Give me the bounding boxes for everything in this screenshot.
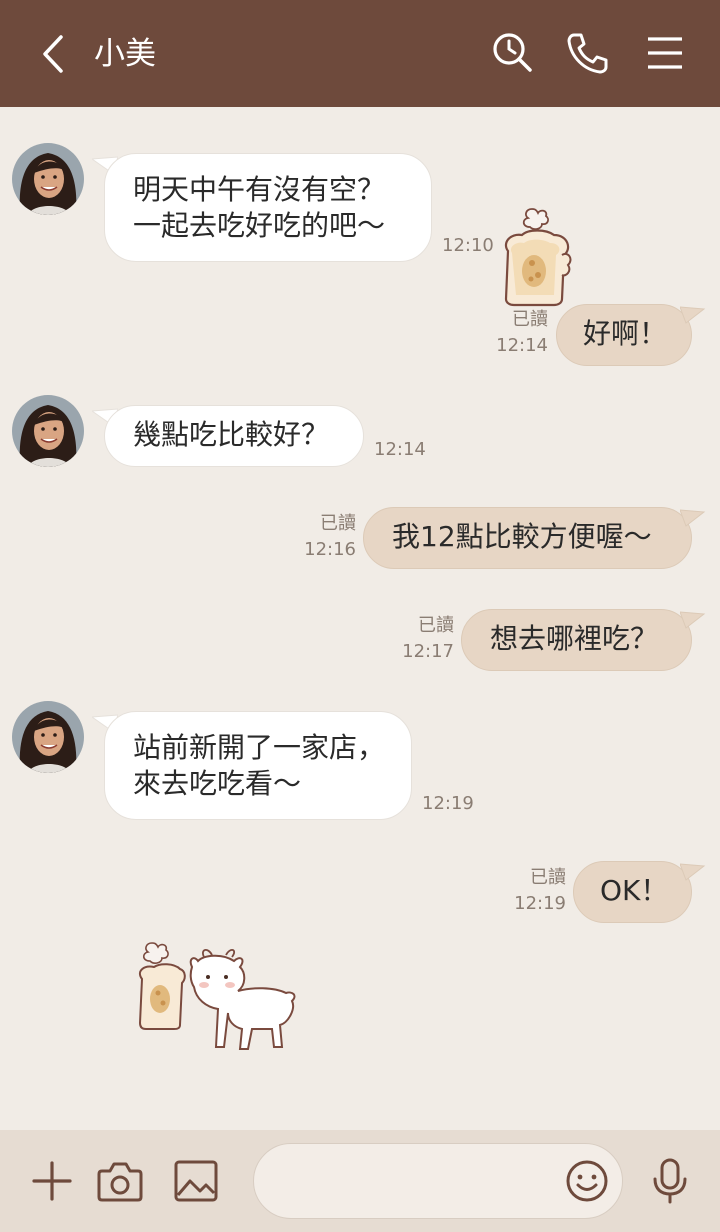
read-receipt: 已讀 (512, 309, 548, 330)
message-meta: 已讀 12:16 (300, 511, 356, 563)
phone-icon[interactable] (564, 30, 610, 76)
message-meta: 已讀 12:14 (492, 307, 548, 359)
back-icon[interactable] (34, 30, 74, 78)
search-icon[interactable] (490, 30, 536, 76)
avatar-image (12, 395, 84, 467)
message-line: 一起去吃好吃的吧〜 (133, 209, 386, 242)
message-time: 12:10 (442, 235, 494, 256)
message-time: 12:19 (514, 893, 566, 914)
message-bubble-outgoing[interactable]: 我12點比較方便喔〜 (363, 507, 692, 569)
read-receipt: 已讀 (418, 615, 454, 636)
message-meta: 已讀 12:17 (398, 613, 454, 665)
message-bubble-incoming[interactable]: 站前新開了一家店， 來去吃吃看〜 (104, 711, 412, 820)
chat-title: 小美 (94, 36, 156, 72)
bubble-tail (680, 509, 706, 527)
message-text: 幾點吃比較好？ (133, 418, 330, 451)
bubble-tail (680, 611, 706, 629)
menu-icon[interactable] (642, 30, 688, 76)
avatar[interactable] (12, 395, 84, 467)
message-text: 想去哪裡吃？ (490, 622, 659, 655)
message-text: 我12點比較方便喔〜 (392, 520, 652, 553)
read-receipt: 已讀 (530, 867, 566, 888)
avatar-image (12, 701, 84, 773)
chat-area[interactable]: 明天中午有沒有空？ 一起去吃好吃的吧〜 12:10 已讀 12:14 好啊！ 幾… (0, 107, 720, 1130)
message-bubble-incoming[interactable]: 明天中午有沒有空？ 一起去吃好吃的吧〜 (104, 153, 432, 262)
input-bar (0, 1130, 720, 1232)
image-icon[interactable] (172, 1157, 220, 1205)
message-bubble-outgoing[interactable]: OK！ (573, 861, 692, 923)
message-time: 12:14 (374, 439, 426, 460)
avatar[interactable] (12, 701, 84, 773)
message-bubble-outgoing[interactable]: 想去哪裡吃？ (461, 609, 692, 671)
message-line: 明天中午有沒有空？ (133, 173, 386, 206)
message-time: 12:19 (422, 793, 474, 814)
toast-sticker[interactable] (498, 205, 578, 307)
camera-icon[interactable] (96, 1157, 144, 1205)
message-bubble-incoming[interactable]: 幾點吃比較好？ (104, 405, 364, 467)
microphone-icon[interactable] (646, 1157, 694, 1205)
bubble-tail (680, 306, 706, 324)
plus-icon[interactable] (28, 1157, 76, 1205)
toast-and-goat-sticker[interactable] (134, 937, 302, 1055)
message-time: 12:16 (304, 539, 356, 560)
read-receipt: 已讀 (320, 513, 356, 534)
message-time: 12:17 (402, 641, 454, 662)
emoji-icon[interactable] (564, 1158, 610, 1204)
message-time: 12:14 (496, 335, 548, 356)
chat-header: 小美 (0, 0, 720, 107)
message-text: 好啊！ (583, 317, 668, 350)
avatar-image (12, 143, 84, 215)
message-line: 站前新開了一家店， (133, 731, 386, 764)
message-line: 來去吃吃看〜 (133, 767, 302, 800)
message-bubble-outgoing[interactable]: 好啊！ (556, 304, 692, 366)
message-text: OK！ (600, 874, 669, 907)
avatar[interactable] (12, 143, 84, 215)
bubble-tail (680, 863, 706, 881)
message-meta: 已讀 12:19 (510, 865, 566, 917)
